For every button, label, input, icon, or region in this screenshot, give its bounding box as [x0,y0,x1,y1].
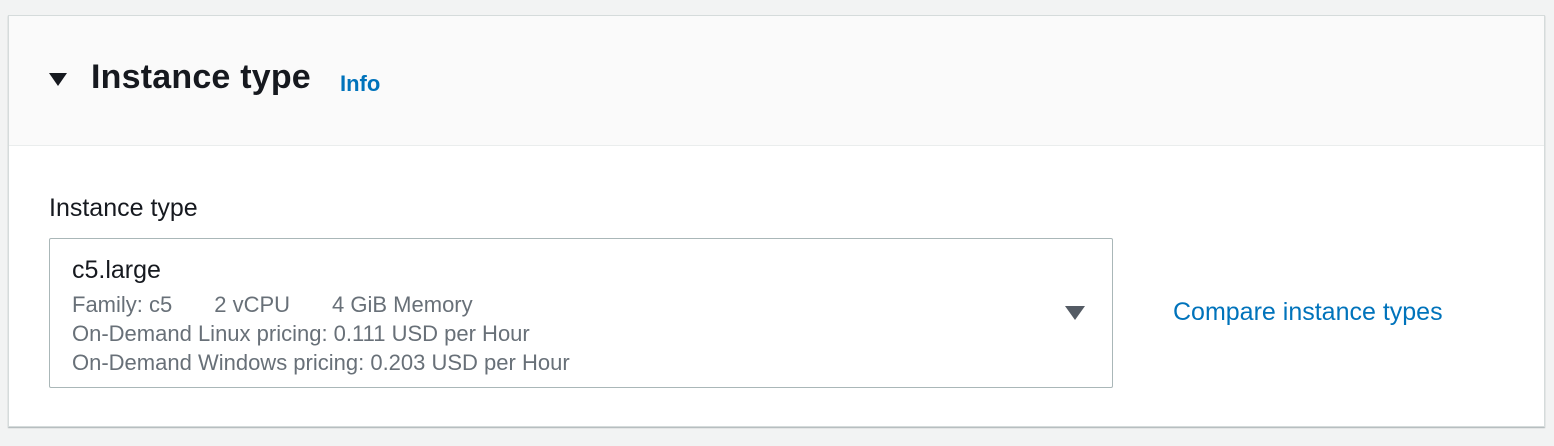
selected-instance-name: c5.large [72,256,161,284]
windows-pricing: On-Demand Windows pricing: 0.203 USD per… [72,350,570,375]
collapse-caret-icon[interactable] [47,69,69,91]
linux-pricing: On-Demand Linux pricing: 0.111 USD per H… [72,321,530,346]
info-link[interactable]: Info [340,71,380,97]
dropdown-caret-icon[interactable] [1063,304,1087,322]
panel-header: Instance type Info [9,16,1544,146]
instance-type-select[interactable]: c5.large Family: c5 2 vCPU 4 GiB Memory … [49,238,1113,388]
section-title: Instance type [91,58,311,96]
instance-type-panel: Instance type Info Instance type c5.larg… [8,15,1545,427]
compare-instance-types-link[interactable]: Compare instance types [1173,298,1443,327]
vcpu-tag: 2 vCPU [214,292,291,317]
instance-type-label: Instance type [49,194,198,222]
instance-tags: Family: c5 2 vCPU 4 GiB Memory [72,292,473,318]
family-tag: Family: c5 [72,292,173,317]
memory-tag: 4 GiB Memory [332,292,473,317]
